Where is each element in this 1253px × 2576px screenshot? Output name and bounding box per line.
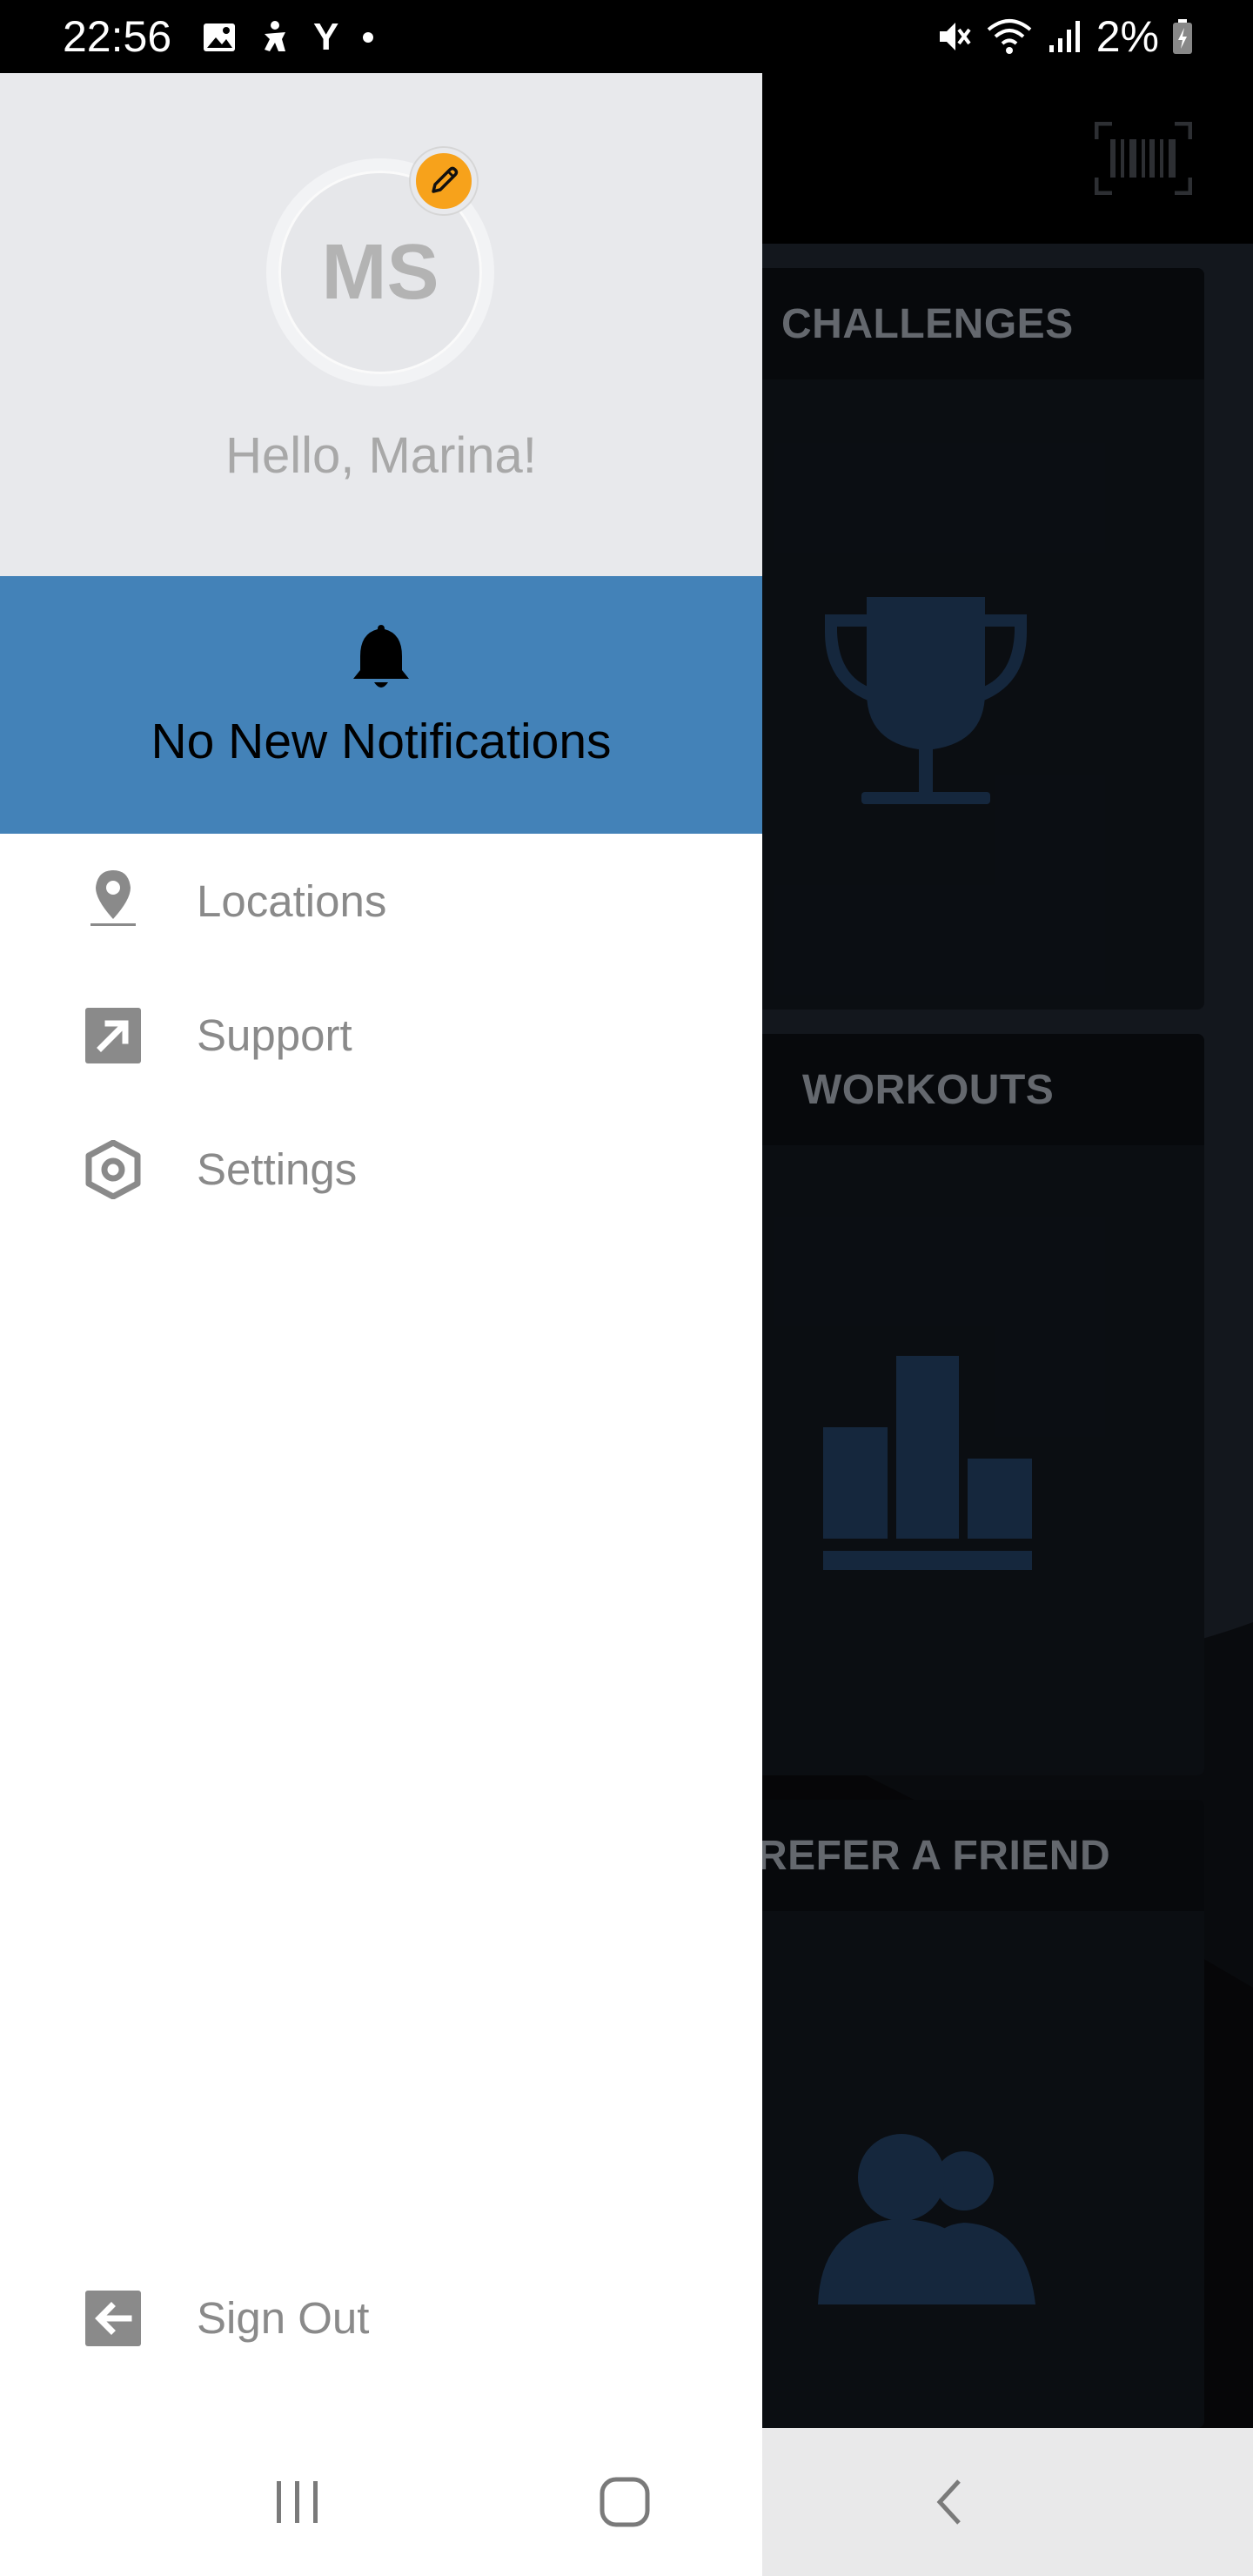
notifications-panel[interactable]: No New Notifications [0, 576, 762, 834]
sign-out-label: Sign Out [197, 2293, 370, 2343]
image-icon [204, 23, 235, 51]
settings-hexagon-icon [85, 1140, 141, 1199]
external-link-icon [85, 1008, 141, 1063]
battery-charging-icon [1173, 19, 1192, 54]
status-notification-icons: Y [202, 16, 375, 59]
menu-label-locations: Locations [197, 876, 387, 926]
status-time: 22:56 [63, 12, 172, 61]
signal-icon [1049, 21, 1080, 52]
menu-item-locations[interactable]: Locations [0, 841, 762, 963]
location-pin-icon [90, 870, 136, 926]
recent-apps-icon [277, 2481, 318, 2523]
bell-icon [353, 625, 409, 688]
sign-out-button[interactable]: Sign Out [0, 2257, 762, 2379]
menu-label-settings: Settings [197, 1144, 358, 1194]
system-nav-bar [0, 2428, 1253, 2576]
back-button[interactable] [881, 2428, 1020, 2576]
y-app-icon: Y [313, 16, 339, 58]
menu-label-support: Support [197, 1010, 352, 1060]
recent-apps-button[interactable] [228, 2428, 367, 2576]
battery-percent: 2% [1096, 12, 1159, 61]
navigation-drawer: MS Hello, Marina! No New Notifications L… [0, 73, 762, 2503]
pencil-icon [432, 166, 459, 193]
mute-icon [939, 23, 971, 50]
dot-icon [363, 32, 374, 43]
edit-avatar-button[interactable] [411, 148, 477, 214]
accessibility-icon [265, 21, 285, 51]
status-bar: 22:56 Y 2% [0, 0, 1253, 73]
notifications-text: No New Notifications [151, 714, 612, 769]
menu-item-support[interactable]: Support [0, 975, 762, 1097]
home-icon [600, 2477, 650, 2527]
drawer-header: MS Hello, Marina! [0, 73, 762, 576]
status-system-icons: 2% [935, 10, 1194, 63]
sign-out-icon [85, 2291, 141, 2346]
menu-item-settings[interactable]: Settings [0, 1109, 762, 1231]
greeting-text: Hello, Marina! [225, 427, 537, 484]
home-button[interactable] [555, 2428, 694, 2576]
wifi-icon [987, 19, 1032, 54]
back-icon [936, 2479, 961, 2525]
